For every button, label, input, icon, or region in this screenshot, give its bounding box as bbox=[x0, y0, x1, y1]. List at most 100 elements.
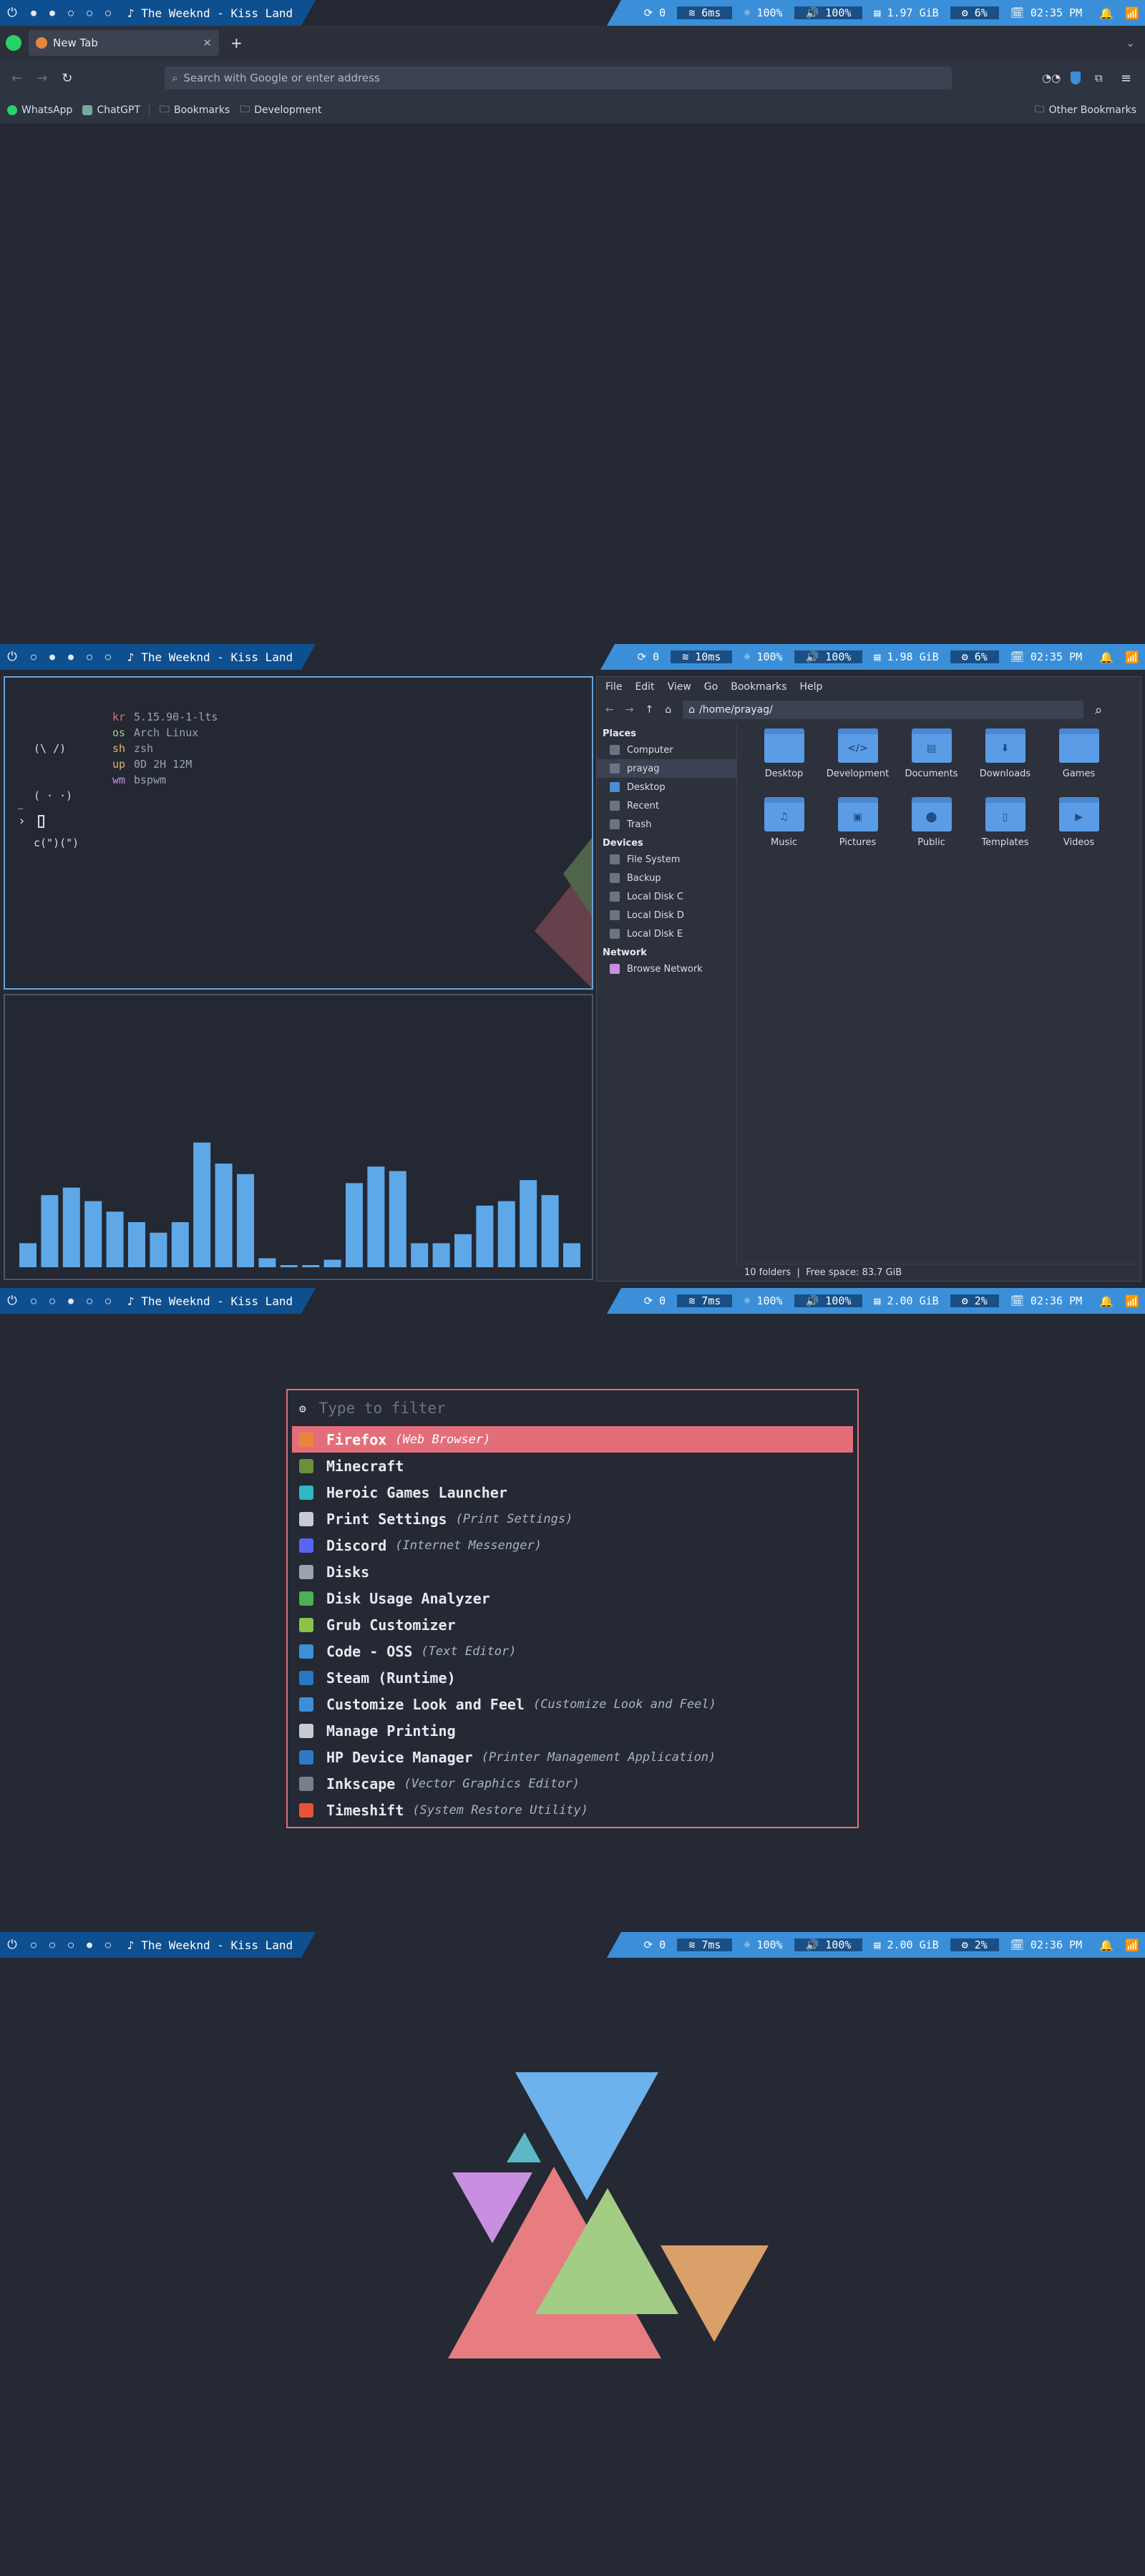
volume-indicator[interactable]: 🔊 100% bbox=[794, 650, 863, 663]
sidebar-item[interactable]: Recent bbox=[597, 796, 736, 815]
folder-item[interactable]: ⬇ Downloads bbox=[968, 728, 1042, 797]
folder-item[interactable]: ▶ Videos bbox=[1042, 797, 1116, 866]
launcher-item[interactable]: Manage Printing bbox=[288, 1717, 857, 1744]
workspace-3[interactable]: ● bbox=[62, 1296, 80, 1307]
power-icon[interactable]: ⏻ bbox=[0, 1294, 24, 1308]
launcher-item[interactable]: Steam (Runtime) bbox=[288, 1664, 857, 1691]
bookmark-folder-bookmarks[interactable]: 🗀 Bookmarks bbox=[160, 102, 230, 119]
workspace-5[interactable]: ○ bbox=[99, 652, 117, 663]
menu-icon[interactable]: ≡ bbox=[1121, 71, 1131, 86]
updates-indicator[interactable]: ⟳ 0 bbox=[633, 1294, 678, 1307]
workspace-4[interactable]: ○ bbox=[80, 8, 99, 19]
launcher-item[interactable]: Timeshift (System Restore Utility) bbox=[288, 1797, 857, 1823]
mask-icon[interactable]: ◔◔ bbox=[1042, 72, 1061, 84]
sidebar-item[interactable]: Local Disk E bbox=[597, 924, 736, 943]
file-manager-window[interactable]: File Edit View Go Bookmarks Help ← → ↑ ⌂… bbox=[596, 676, 1141, 1282]
home-icon[interactable]: ⌂ bbox=[665, 704, 671, 716]
workspace-3[interactable]: ● bbox=[62, 652, 80, 663]
sidebar-item[interactable]: Computer bbox=[597, 741, 736, 759]
workspace-4[interactable]: ○ bbox=[80, 1296, 99, 1307]
workspace-2[interactable]: ● bbox=[43, 652, 62, 663]
workspace-3[interactable]: ○ bbox=[62, 8, 80, 19]
power-icon[interactable]: ⏻ bbox=[0, 650, 24, 664]
sidebar-item[interactable]: prayag bbox=[597, 759, 736, 778]
volume-indicator[interactable]: 🔊 100% bbox=[794, 1294, 863, 1307]
tab-new-tab[interactable]: New Tab ✕ bbox=[29, 30, 219, 56]
sidebar-item[interactable]: Browse Network bbox=[597, 960, 736, 978]
clock[interactable]: 🗓 02:35 PM bbox=[999, 650, 1093, 663]
bell-icon[interactable]: 🔔 bbox=[1093, 1294, 1119, 1308]
up-icon[interactable]: ↑ bbox=[645, 704, 653, 716]
sidebar-item[interactable]: Trash bbox=[597, 815, 736, 834]
sidebar-item[interactable]: Local Disk D bbox=[597, 906, 736, 924]
folder-item[interactable]: ▣ Pictures bbox=[821, 797, 895, 866]
menu-edit[interactable]: Edit bbox=[635, 681, 654, 693]
sidebar-item[interactable]: Backup bbox=[597, 869, 736, 887]
path-bar[interactable]: ⌂/home/prayag/ bbox=[683, 701, 1084, 719]
folder-item[interactable]: ▯ Templates bbox=[968, 797, 1042, 866]
menu-help[interactable]: Help bbox=[799, 681, 822, 693]
bookmark-folder-development[interactable]: 🗀 Development bbox=[240, 102, 321, 119]
menu-view[interactable]: View bbox=[668, 681, 691, 693]
shield-icon[interactable] bbox=[1071, 72, 1081, 84]
workspace-2[interactable]: ○ bbox=[43, 1296, 62, 1307]
wifi-icon[interactable]: 📶 bbox=[1119, 6, 1145, 20]
now-playing[interactable]: ♪ The Weeknd - Kiss Land bbox=[127, 6, 293, 20]
workspace-1[interactable]: ○ bbox=[24, 652, 43, 663]
whatsapp-icon[interactable] bbox=[6, 35, 21, 51]
bookmark-chatgpt[interactable]: ChatGPT bbox=[82, 104, 140, 116]
launcher-item[interactable]: Customize Look and Feel (Customize Look a… bbox=[288, 1691, 857, 1717]
folder-item[interactable]: Desktop bbox=[747, 728, 821, 797]
brightness-indicator[interactable]: ☼ 100% bbox=[732, 650, 794, 663]
brightness-indicator[interactable]: ☼ 100% bbox=[732, 1294, 794, 1307]
workspace-2[interactable]: ● bbox=[43, 8, 62, 19]
launcher-item[interactable]: Firefox (Web Browser) bbox=[292, 1426, 853, 1453]
back-icon[interactable]: ← bbox=[11, 71, 22, 86]
other-bookmarks[interactable]: 🗀 Other Bookmarks bbox=[1035, 102, 1136, 119]
close-icon[interactable]: ✕ bbox=[203, 36, 212, 49]
launcher-item[interactable]: Inkscape (Vector Graphics Editor) bbox=[288, 1770, 857, 1797]
new-tab-button[interactable]: + bbox=[230, 34, 243, 52]
menu-file[interactable]: File bbox=[605, 681, 622, 693]
volume-indicator[interactable]: 🔊 100% bbox=[794, 6, 863, 19]
forward-icon[interactable]: → bbox=[625, 704, 634, 716]
chevron-down-icon[interactable]: ⌄ bbox=[1126, 36, 1135, 49]
launcher-item[interactable]: Disks bbox=[288, 1558, 857, 1585]
menu-bookmarks[interactable]: Bookmarks bbox=[731, 681, 786, 693]
folder-item[interactable]: ♫ Music bbox=[747, 797, 821, 866]
prompt-line[interactable]: – › bbox=[18, 804, 44, 829]
launcher-filter[interactable]: ⚙ Type to filter bbox=[288, 1390, 857, 1426]
sidebar-item[interactable]: Local Disk C bbox=[597, 887, 736, 906]
forward-icon[interactable]: → bbox=[36, 71, 47, 86]
workspace-1[interactable]: ● bbox=[24, 8, 43, 19]
bookmark-whatsapp[interactable]: WhatsApp bbox=[7, 104, 72, 116]
menu-go[interactable]: Go bbox=[704, 681, 718, 693]
updates-indicator[interactable]: ⟳ 0 bbox=[633, 6, 678, 19]
clock[interactable]: 🗓 02:36 PM bbox=[999, 1294, 1093, 1307]
brightness-indicator[interactable]: ☼ 100% bbox=[732, 6, 794, 19]
launcher-item[interactable]: Discord (Internet Messenger) bbox=[288, 1532, 857, 1558]
launcher-item[interactable]: Heroic Games Launcher bbox=[288, 1479, 857, 1506]
workspace-4[interactable]: ○ bbox=[80, 652, 99, 663]
reload-icon[interactable]: ↻ bbox=[62, 71, 72, 86]
launcher-item[interactable]: Grub Customizer bbox=[288, 1611, 857, 1638]
launcher-item[interactable]: Minecraft bbox=[288, 1453, 857, 1479]
terminal-window[interactable]: (\ /) ( · ·) c(")(") kr 5.15.90-1-lts os Ar… bbox=[4, 676, 593, 990]
wifi-icon[interactable]: 📶 bbox=[1119, 1294, 1145, 1308]
launcher-item[interactable]: Code - OSS (Text Editor) bbox=[288, 1638, 857, 1664]
folder-item[interactable]: ⬤ Public bbox=[895, 797, 968, 866]
back-icon[interactable]: ← bbox=[605, 704, 614, 716]
folder-item[interactable]: Games bbox=[1042, 728, 1116, 797]
sidebar-item[interactable]: Desktop bbox=[597, 778, 736, 796]
folder-item[interactable]: ▤ Documents bbox=[895, 728, 968, 797]
updates-indicator[interactable]: ⟳ 0 bbox=[626, 650, 671, 663]
bell-icon[interactable]: 🔔 bbox=[1093, 6, 1119, 20]
launcher-item[interactable]: HP Device Manager (Printer Management App… bbox=[288, 1744, 857, 1770]
search-icon[interactable]: ⌕ bbox=[1095, 703, 1102, 718]
clock[interactable]: 🗓 02:35 PM bbox=[999, 6, 1093, 19]
folder-item[interactable]: </> Development bbox=[821, 728, 895, 797]
workspace-5[interactable]: ○ bbox=[99, 8, 117, 19]
sidebar-item[interactable]: File System bbox=[597, 850, 736, 869]
now-playing[interactable]: ♪ The Weeknd - Kiss Land bbox=[127, 650, 293, 664]
launcher-item[interactable]: Disk Usage Analyzer bbox=[288, 1585, 857, 1611]
